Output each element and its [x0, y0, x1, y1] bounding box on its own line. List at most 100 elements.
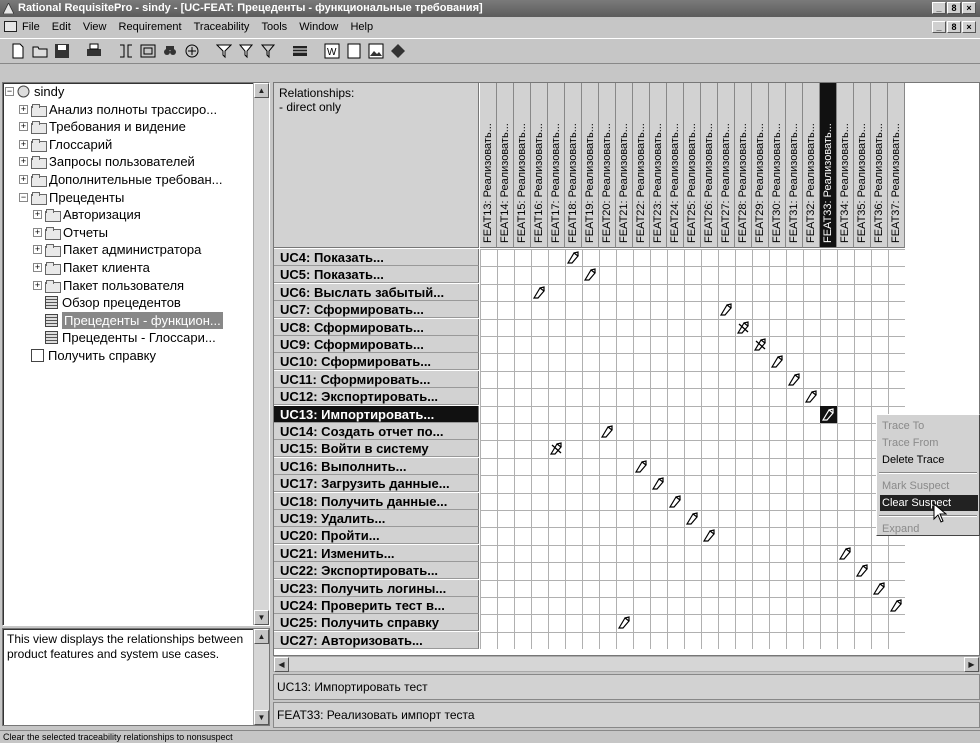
- matrix-column-header[interactable]: FEAT29: Реализовать...: [752, 83, 769, 248]
- scroll-up-icon[interactable]: ▲: [254, 629, 269, 644]
- matrix-column-header[interactable]: FEAT17: Реализовать...: [548, 83, 565, 248]
- matrix-row-header[interactable]: UC27: Авторизовать...: [274, 632, 479, 649]
- tree-item[interactable]: Прецеденты - Глоссари...: [33, 329, 216, 346]
- menu-file[interactable]: File: [22, 18, 40, 36]
- menu-item-delete-trace[interactable]: Delete Trace: [880, 452, 978, 468]
- matrix-column-header[interactable]: FEAT28: Реализовать...: [735, 83, 752, 248]
- trace-arrow-icon[interactable]: [820, 406, 837, 423]
- matrix-row-header[interactable]: UC19: Удалить...: [274, 510, 479, 527]
- maximize-button[interactable]: 8: [947, 2, 961, 14]
- trace-from-icon[interactable]: [116, 41, 136, 61]
- menu-edit[interactable]: Edit: [52, 18, 71, 36]
- trace-arrow-icon[interactable]: [803, 388, 820, 405]
- matrix-column-header[interactable]: FEAT30: Реализовать...: [769, 83, 786, 248]
- matrix-column-header[interactable]: FEAT23: Реализовать...: [650, 83, 667, 248]
- new-icon[interactable]: [8, 41, 28, 61]
- tree-item[interactable]: − Прецеденты: [19, 189, 124, 206]
- trace-arrow-icon[interactable]: [633, 458, 650, 475]
- scroll-left-icon[interactable]: ◀: [274, 657, 289, 672]
- matrix-row-header[interactable]: UC4: Показать...: [274, 249, 479, 266]
- matrix-column-header[interactable]: FEAT36: Реализовать...: [871, 83, 888, 248]
- matrix-row-header[interactable]: UC25: Получить справку: [274, 614, 479, 631]
- trace-arrow-icon[interactable]: [565, 249, 582, 266]
- matrix-row-header[interactable]: UC12: Экспортировать...: [274, 388, 479, 405]
- tree-item[interactable]: + Дополнительные требован...: [19, 171, 222, 188]
- menu-tools[interactable]: Tools: [262, 18, 288, 36]
- matrix-row-header[interactable]: UC16: Выполнить...: [274, 458, 479, 475]
- trace-arrow-icon[interactable]: [786, 371, 803, 388]
- matrix-column-header[interactable]: FEAT24: Реализовать...: [667, 83, 684, 248]
- matrix-column-header[interactable]: FEAT33: Реализовать...: [820, 83, 837, 248]
- matrix-column-header[interactable]: FEAT16: Реализовать...: [531, 83, 548, 248]
- trace-arrow-icon[interactable]: [616, 614, 633, 631]
- project-explorer-tree[interactable]: − sindy + Анализ полноты трассиро... + Треб…: [2, 82, 270, 626]
- trace-arrow-icon[interactable]: [701, 527, 718, 544]
- trace-arrow-icon[interactable]: [837, 545, 854, 562]
- trace-arrow-icon[interactable]: [650, 475, 667, 492]
- trace-arrow-icon[interactable]: [854, 562, 871, 579]
- open-icon[interactable]: [30, 41, 50, 61]
- trace-arrow-icon[interactable]: [718, 301, 735, 318]
- expand-toggle[interactable]: +: [33, 228, 42, 237]
- matrix-row-header[interactable]: UC10: Сформировать...: [274, 353, 479, 370]
- expand-toggle[interactable]: +: [19, 122, 28, 131]
- trace-arrow-icon[interactable]: [582, 266, 599, 283]
- tree-vertical-scrollbar[interactable]: ▲ ▼: [253, 83, 269, 625]
- scroll-right-icon[interactable]: ▶: [964, 657, 979, 672]
- trace-arrow-icon[interactable]: [599, 423, 616, 440]
- matrix-row-header[interactable]: UC20: Пройти...: [274, 527, 479, 544]
- matrix-column-header[interactable]: FEAT19: Реализовать...: [582, 83, 599, 248]
- scroll-down-icon[interactable]: ▼: [254, 610, 269, 625]
- matrix-row-header[interactable]: UC9: Сформировать...: [274, 336, 479, 353]
- matrix-column-header[interactable]: FEAT22: Реализовать...: [633, 83, 650, 248]
- word-icon[interactable]: W: [322, 41, 342, 61]
- print-icon[interactable]: [84, 41, 104, 61]
- matrix-grid[interactable]: [480, 249, 905, 649]
- expand-toggle[interactable]: +: [33, 245, 42, 254]
- menu-traceability[interactable]: Traceability: [194, 18, 250, 36]
- trace-to-icon[interactable]: [138, 41, 158, 61]
- trace-arrow-icon[interactable]: [667, 493, 684, 510]
- suspect-trace-arrow-icon[interactable]: [548, 440, 565, 457]
- query-icon[interactable]: [258, 41, 278, 61]
- matrix-view-icon[interactable]: [290, 41, 310, 61]
- find-icon[interactable]: [160, 41, 180, 61]
- scroll-down-icon[interactable]: ▼: [254, 710, 269, 725]
- matrix-column-header[interactable]: FEAT21: Реализовать...: [616, 83, 633, 248]
- trace-arrow-icon[interactable]: [684, 510, 701, 527]
- matrix-column-header[interactable]: FEAT37: Реализовать...: [888, 83, 905, 248]
- close-button[interactable]: ×: [962, 2, 976, 14]
- matrix-row-header[interactable]: UC17: Загрузить данные...: [274, 475, 479, 492]
- tree-item[interactable]: + Отчеты: [33, 224, 108, 241]
- minimize-button[interactable]: _: [932, 2, 946, 14]
- sort-icon[interactable]: [236, 41, 256, 61]
- diamond-icon[interactable]: [388, 41, 408, 61]
- matrix-row-header[interactable]: UC22: Экспортировать...: [274, 562, 479, 579]
- matrix-column-header[interactable]: FEAT18: Реализовать...: [565, 83, 582, 248]
- doc-minimize-button[interactable]: _: [932, 21, 946, 33]
- tree-item[interactable]: + Пакет пользователя: [33, 277, 184, 294]
- matrix-column-header[interactable]: FEAT31: Реализовать...: [786, 83, 803, 248]
- matrix-column-header[interactable]: FEAT13: Реализовать...: [480, 83, 497, 248]
- trace-arrow-icon[interactable]: [769, 353, 786, 370]
- matrix-column-header[interactable]: FEAT15: Реализовать...: [514, 83, 531, 248]
- matrix-column-header[interactable]: FEAT27: Реализовать...: [718, 83, 735, 248]
- matrix-row-header[interactable]: UC23: Получить логины...: [274, 580, 479, 597]
- matrix-row-header[interactable]: UC8: Сформировать...: [274, 319, 479, 336]
- expand-toggle[interactable]: +: [33, 210, 42, 219]
- expand-toggle[interactable]: +: [19, 105, 28, 114]
- expand-toggle[interactable]: +: [19, 157, 28, 166]
- trace-arrow-icon[interactable]: [888, 597, 905, 614]
- suspect-trace-arrow-icon[interactable]: [752, 336, 769, 353]
- tree-item[interactable]: + Пакет клиента: [33, 259, 150, 276]
- menu-requirement[interactable]: Requirement: [119, 18, 182, 36]
- matrix-column-header[interactable]: FEAT35: Реализовать...: [854, 83, 871, 248]
- matrix-column-header[interactable]: FEAT20: Реализовать...: [599, 83, 616, 248]
- suspect-trace-arrow-icon[interactable]: [735, 319, 752, 336]
- document-window-icon[interactable]: [4, 21, 17, 32]
- tree-item[interactable]: + Авторизация: [33, 206, 141, 223]
- tree-item[interactable]: Обзор прецедентов: [33, 294, 181, 311]
- collapse-toggle[interactable]: −: [5, 87, 14, 96]
- collapse-toggle[interactable]: −: [19, 193, 28, 202]
- filter-icon[interactable]: [214, 41, 234, 61]
